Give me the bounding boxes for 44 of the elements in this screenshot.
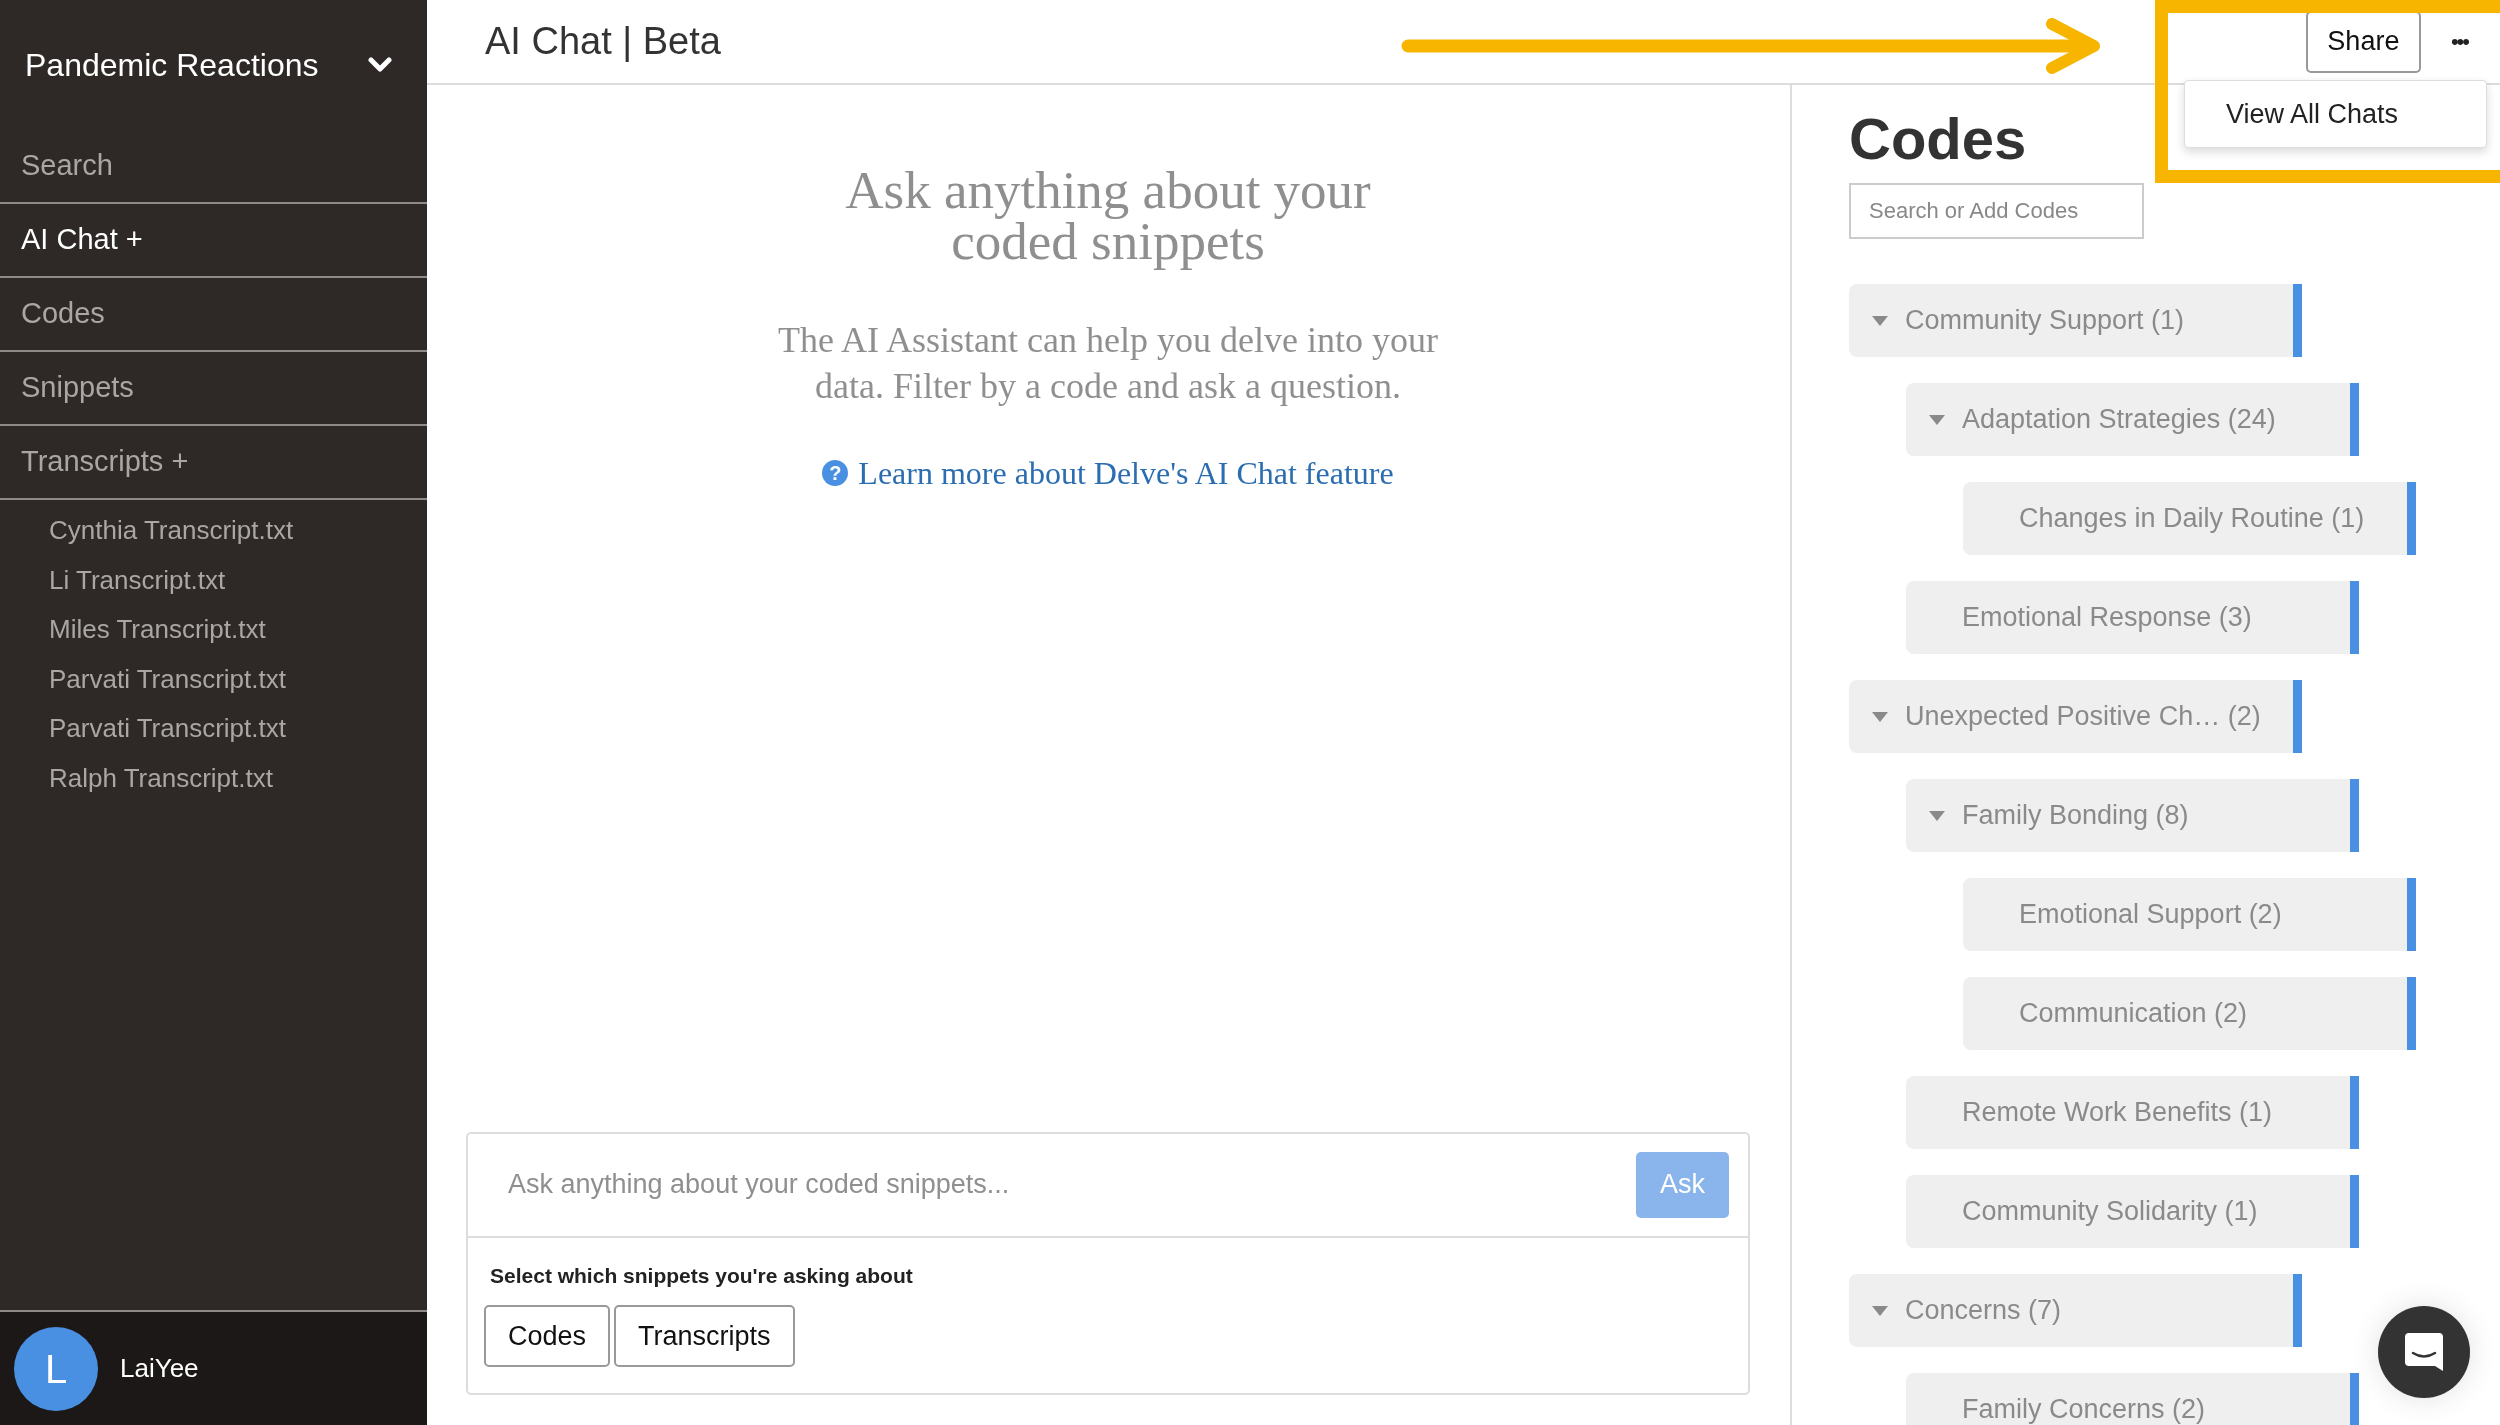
- code-item[interactable]: Community Solidarity (1): [1906, 1175, 2359, 1248]
- caret-down-icon[interactable]: [1871, 314, 1889, 327]
- file-item[interactable]: Ralph Transcript.txt: [0, 753, 427, 803]
- share-button[interactable]: Share: [2305, 10, 2421, 73]
- code-search-field[interactable]: Search or Add Codes: [1849, 183, 2144, 239]
- caret-down-icon[interactable]: [1928, 809, 1946, 822]
- code-item[interactable]: Adaptation Strategies (24): [1906, 383, 2359, 456]
- nav-item[interactable]: Transcripts +: [0, 426, 427, 500]
- user-avatar[interactable]: L: [14, 1326, 98, 1411]
- help-icon: ?: [822, 460, 849, 486]
- codes-heading: Codes: [1849, 105, 2027, 173]
- code-item[interactable]: Emotional Support (2): [1963, 878, 2416, 951]
- nav-item[interactable]: Snippets: [0, 352, 427, 426]
- code-item[interactable]: Community Support (1): [1849, 284, 2302, 357]
- intro-text: The AI Assistant can help you delve into your data. Filter by a code and ask a question.: [778, 319, 1438, 408]
- code-item[interactable]: Changes in Daily Routine (1): [1963, 482, 2416, 555]
- file-item[interactable]: Cynthia Transcript.txt: [0, 506, 427, 556]
- nav-item[interactable]: AI Chat +: [0, 204, 427, 278]
- project-title: Pandemic Reactions: [25, 46, 319, 85]
- file-item[interactable]: Parvati Transcript.txt: [0, 704, 427, 754]
- caret-down-icon[interactable]: [1871, 710, 1889, 723]
- file-item[interactable]: Parvati Transcript.txt: [0, 654, 427, 704]
- dropdown-menu-item[interactable]: View All Chats: [2184, 80, 2487, 148]
- code-item[interactable]: Emotional Response (3): [1906, 581, 2359, 654]
- chevron-down-icon[interactable]: [368, 57, 392, 73]
- nav-item[interactable]: Codes: [0, 278, 427, 352]
- file-item[interactable]: Li Transcript.txt: [0, 555, 427, 605]
- code-item[interactable]: Unexpected Positive Ch… (2): [1849, 680, 2302, 753]
- user-name: LaiYee: [120, 1352, 199, 1385]
- file-item[interactable]: Miles Transcript.txt: [0, 605, 427, 655]
- code-item[interactable]: Communication (2): [1963, 977, 2416, 1050]
- filter-label: Select which snippets you're asking about: [490, 1262, 914, 1289]
- page-title: AI Chat | Beta: [485, 19, 721, 64]
- filter-button[interactable]: Transcripts: [614, 1305, 795, 1367]
- caret-down-icon[interactable]: [1871, 1304, 1889, 1317]
- help-link[interactable]: ? Learn more about Delve's AI Chat feature: [822, 449, 1394, 497]
- code-item[interactable]: Family Bonding (8): [1906, 779, 2359, 852]
- code-item[interactable]: Concerns (7): [1849, 1274, 2302, 1347]
- nav-item[interactable]: Search: [0, 130, 427, 204]
- filter-button[interactable]: Codes: [484, 1305, 611, 1367]
- code-item[interactable]: Family Concerns (2): [1906, 1373, 2359, 1425]
- more-button[interactable]: •••: [2446, 25, 2472, 58]
- code-item[interactable]: Remote Work Benefits (1): [1906, 1076, 2359, 1149]
- caret-down-icon[interactable]: [1928, 413, 1946, 426]
